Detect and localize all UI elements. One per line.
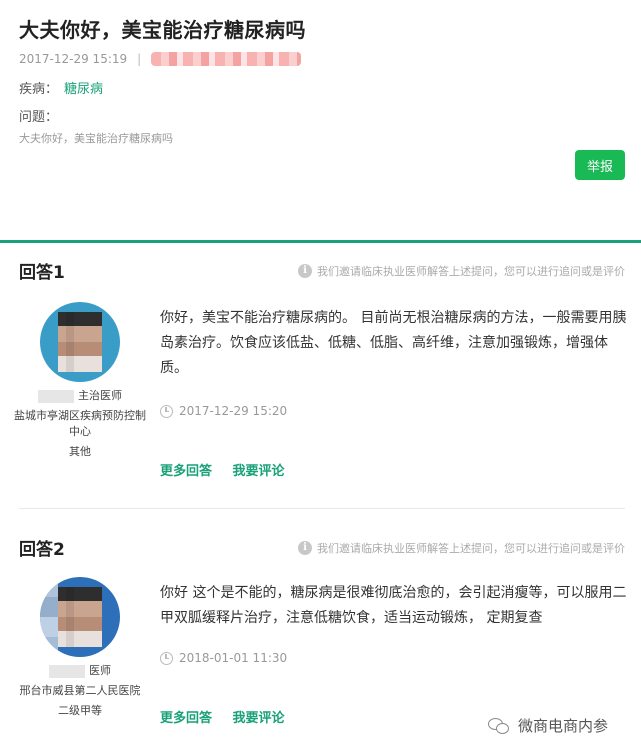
doctor-name-redacted bbox=[38, 389, 74, 403]
disease-label: 疾病： bbox=[19, 82, 59, 97]
doctor-title-row: 主治医师 bbox=[10, 388, 150, 404]
section-divider bbox=[0, 240, 641, 243]
answer-body: 你好 这个是不能的，糖尿病是很难彻底治愈的，会引起消瘦等，可以服用二甲双胍缓释片… bbox=[160, 585, 627, 626]
watermark-text: 微商电商内参 bbox=[518, 717, 609, 735]
disease-row: 疾病： 糖尿病 bbox=[19, 78, 103, 97]
more-answers-link[interactable]: 更多回答 bbox=[160, 464, 212, 479]
answer-heading: 回答1 bbox=[19, 263, 65, 283]
comment-link[interactable]: 我要评论 bbox=[233, 464, 285, 479]
doctor-organization: 盐城市亭湖区疾病预防控制中心 bbox=[14, 409, 146, 438]
doctor-title: 主治医师 bbox=[78, 389, 122, 402]
disease-link[interactable]: 糖尿病 bbox=[64, 82, 103, 97]
answer-heading: 回答2 bbox=[19, 540, 65, 560]
more-answers-link[interactable]: 更多回答 bbox=[160, 711, 212, 726]
question-date: 2017-12-29 15:19 bbox=[19, 52, 128, 66]
info-icon: i bbox=[298, 541, 312, 555]
question-meta: 2017-12-29 15:19 | bbox=[19, 52, 302, 66]
doctor-level: 其他 bbox=[69, 445, 91, 458]
problem-text: 大夫你好，美宝能治疗糖尿病吗 bbox=[19, 132, 173, 145]
wechat-icon bbox=[488, 716, 512, 736]
answer-actions: 更多回答 我要评论 bbox=[160, 707, 301, 726]
meta-separator: | bbox=[137, 52, 142, 66]
report-button[interactable]: 举报 bbox=[575, 150, 625, 180]
comment-link[interactable]: 我要评论 bbox=[233, 711, 285, 726]
answer-divider bbox=[19, 508, 625, 509]
info-icon: i bbox=[298, 264, 312, 278]
clock-icon bbox=[160, 651, 173, 665]
answer-time: 2018-01-01 11:30 bbox=[160, 651, 287, 665]
doctor-level: 二级甲等 bbox=[58, 704, 102, 717]
answer-body: 你好，美宝不能治疗糖尿病的。 目前尚无根治糖尿病的方法，一般需要用胰岛素治疗。饮… bbox=[160, 310, 627, 376]
doctor-title: 医师 bbox=[89, 664, 111, 677]
asker-name-redacted bbox=[151, 52, 302, 66]
watermark: 微商电商内参 bbox=[488, 715, 608, 736]
doctor-profile: 主治医师 盐城市亭湖区疾病预防控制中心 其他 bbox=[10, 302, 150, 460]
answer-tip-text: 我们邀请临床执业医师解答上述提问，您可以进行追问或是评价 bbox=[317, 265, 625, 278]
avatar-face-mosaic bbox=[58, 587, 102, 647]
avatar[interactable] bbox=[40, 577, 120, 657]
avatar[interactable] bbox=[40, 302, 120, 382]
problem-label: 问题： bbox=[19, 110, 59, 125]
answer-tip-text: 我们邀请临床执业医师解答上述提问，您可以进行追问或是评价 bbox=[317, 542, 625, 555]
doctor-organization: 邢台市威县第二人民医院 bbox=[19, 684, 141, 697]
answer-actions: 更多回答 我要评论 bbox=[160, 460, 301, 479]
question-section: 大夫你好，美宝能治疗糖尿病吗 2017-12-29 15:19 | 疾病： 糖尿病… bbox=[0, 0, 641, 240]
answer-tip: i 我们邀请临床执业医师解答上述提问，您可以进行追问或是评价 bbox=[298, 540, 625, 556]
answer-time-text: 2017-12-29 15:20 bbox=[179, 404, 288, 418]
doctor-name-redacted bbox=[49, 664, 85, 678]
avatar-face-mosaic bbox=[58, 312, 102, 372]
doctor-title-row: 医师 bbox=[10, 663, 150, 679]
answer-time: 2017-12-29 15:20 bbox=[160, 404, 287, 418]
avatar-mosaic-edge bbox=[40, 577, 58, 657]
clock-icon bbox=[160, 404, 173, 418]
answer-tip: i 我们邀请临床执业医师解答上述提问，您可以进行追问或是评价 bbox=[298, 263, 625, 279]
answer-time-text: 2018-01-01 11:30 bbox=[179, 651, 288, 665]
doctor-profile: 医师 邢台市威县第二人民医院 二级甲等 bbox=[10, 577, 150, 719]
question-title: 大夫你好，美宝能治疗糖尿病吗 bbox=[19, 18, 306, 42]
